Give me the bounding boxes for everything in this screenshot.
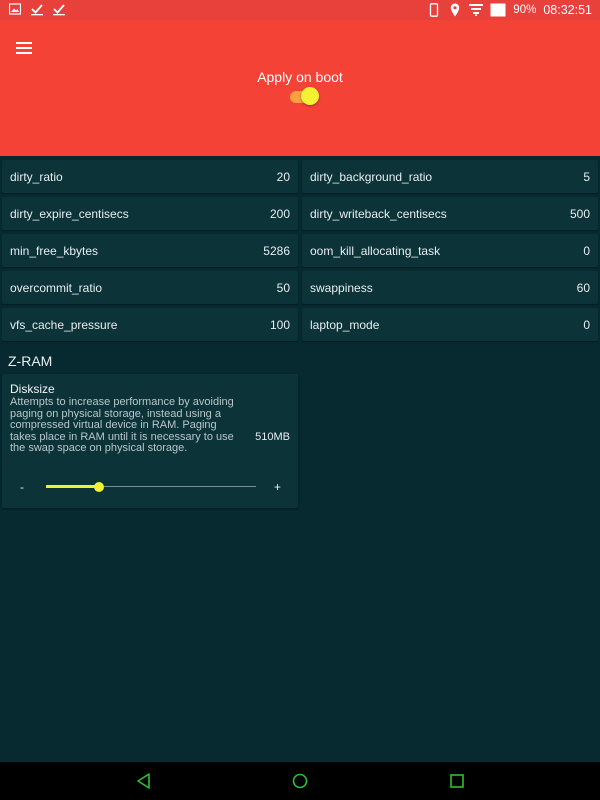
setting-value: 200: [269, 206, 290, 221]
setting-label: vfs_cache_pressure: [10, 317, 118, 332]
setting-label: dirty_ratio: [10, 169, 63, 184]
location-icon: [448, 3, 462, 17]
settings-grid: dirty_ratio 20 dirty_background_ratio 5 …: [2, 160, 598, 341]
switch-thumb: [301, 87, 319, 105]
setting-label: min_free_kbytes: [10, 243, 99, 258]
setting-dirty-writeback-centisecs[interactable]: dirty_writeback_centisecs 500: [302, 197, 598, 230]
navigation-bar: [0, 762, 600, 800]
setting-swappiness[interactable]: swappiness 60: [302, 271, 598, 304]
zram-section-title: Z-RAM: [8, 353, 53, 369]
setting-laptop-mode[interactable]: laptop_mode 0: [302, 308, 598, 341]
setting-label: swappiness: [310, 280, 373, 295]
disksize-slider[interactable]: [46, 478, 256, 496]
setting-value: 60: [576, 280, 590, 295]
sim-card-icon: [490, 3, 506, 17]
disksize-value: 510MB: [255, 431, 290, 443]
setting-dirty-background-ratio[interactable]: dirty_background_ratio 5: [302, 160, 598, 193]
slider-knob[interactable]: [93, 482, 104, 492]
phone-vibrate-icon: [427, 3, 441, 17]
slider-fill: [46, 485, 99, 488]
app-header: Apply on boot: [0, 20, 600, 156]
check-icon: [52, 2, 66, 16]
setting-label: laptop_mode: [310, 317, 380, 332]
setting-overcommit-ratio[interactable]: overcommit_ratio 50: [2, 271, 298, 304]
setting-value: 20: [276, 169, 290, 184]
notification-icons: [8, 2, 66, 16]
apply-on-boot-switch[interactable]: [290, 87, 319, 105]
setting-value: 0: [583, 243, 590, 258]
setting-value: 5286: [263, 243, 290, 258]
back-icon[interactable]: [135, 772, 153, 790]
setting-label: overcommit_ratio: [10, 280, 103, 295]
setting-label: oom_kill_allocating_task: [310, 243, 441, 258]
disksize-title: Disksize: [10, 382, 55, 396]
apply-on-boot-label: Apply on boot: [257, 69, 343, 85]
clock: 08:32:51: [543, 3, 592, 17]
setting-value: 0: [583, 317, 590, 332]
check-icon: [30, 2, 44, 16]
setting-dirty-expire-centisecs[interactable]: dirty_expire_centisecs 200: [2, 197, 298, 230]
setting-value: 50: [276, 280, 290, 295]
disksize-decrease-button[interactable]: -: [20, 480, 24, 494]
setting-label: dirty_expire_centisecs: [10, 206, 129, 221]
setting-oom-kill-allocating-task[interactable]: oom_kill_allocating_task 0: [302, 234, 598, 267]
image-icon: [8, 2, 22, 16]
setting-value: 100: [269, 317, 290, 332]
setting-vfs-cache-pressure[interactable]: vfs_cache_pressure 100: [2, 308, 298, 341]
setting-label: dirty_writeback_centisecs: [310, 206, 447, 221]
menu-icon[interactable]: [16, 36, 40, 60]
battery-percent: 90%: [513, 4, 537, 16]
wifi-icon: [469, 3, 484, 17]
setting-value: 5: [583, 169, 590, 184]
disksize-increase-button[interactable]: +: [274, 480, 281, 494]
setting-value: 500: [569, 206, 590, 221]
setting-dirty-ratio[interactable]: dirty_ratio 20: [2, 160, 298, 193]
system-icons: 90% 08:32:51: [427, 3, 592, 17]
setting-label: dirty_background_ratio: [310, 169, 433, 184]
recents-icon[interactable]: [448, 772, 466, 790]
zram-disksize-card: Disksize Attempts to increase performanc…: [2, 374, 298, 508]
home-icon[interactable]: [291, 772, 309, 790]
status-bar: 90% 08:32:51: [0, 0, 600, 20]
disksize-description: Attempts to increase performance by avoi…: [10, 396, 234, 455]
setting-min-free-kbytes[interactable]: min_free_kbytes 5286: [2, 234, 298, 267]
